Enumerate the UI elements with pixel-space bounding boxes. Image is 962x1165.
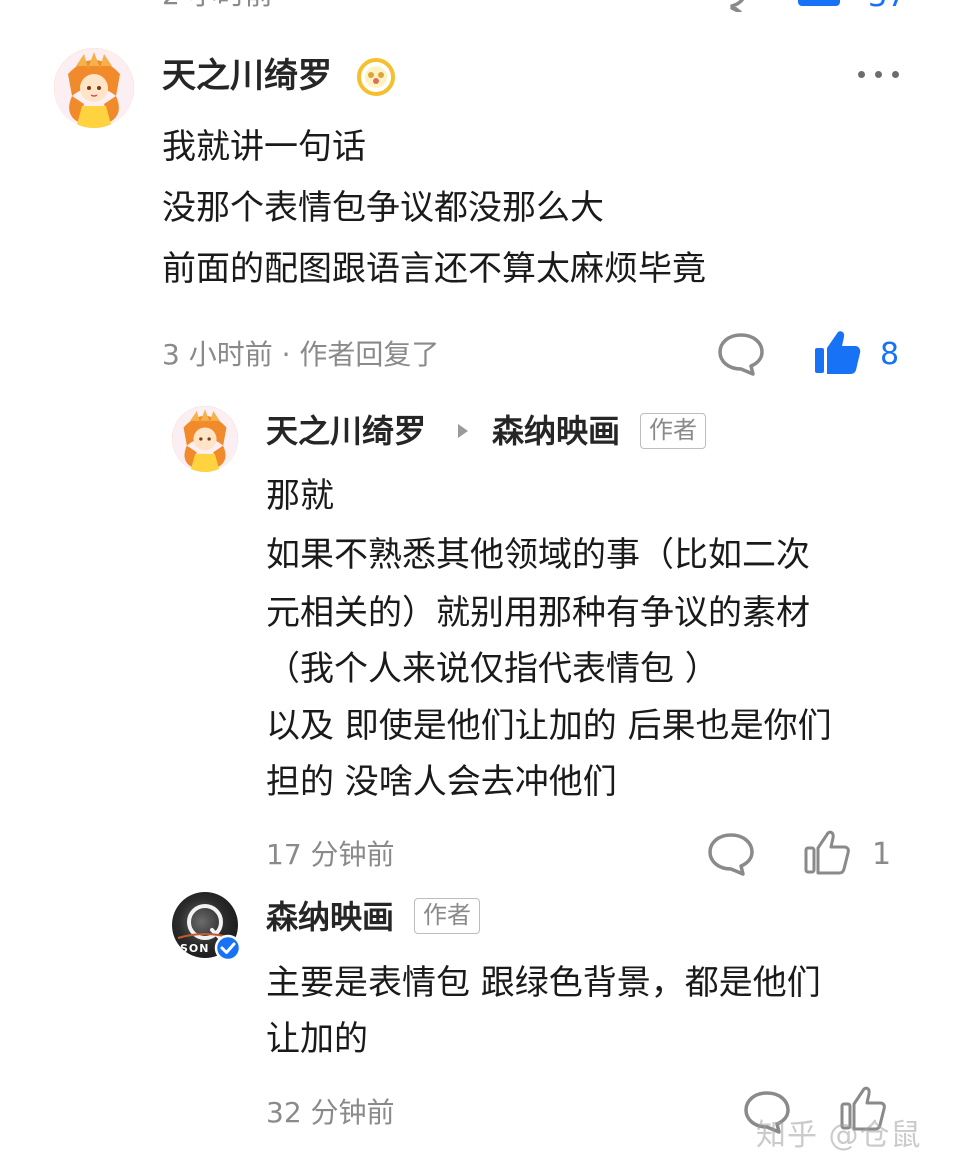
previous-comment-time: 2 小时前	[162, 0, 273, 12]
like-count: 1	[872, 837, 892, 872]
reply-text-line: 那就	[266, 476, 334, 516]
reply-text-line: 以及 即使是他们让加的 后果也是你们	[266, 706, 832, 746]
reply-text-line: 担的 没啥人会去冲他们	[266, 762, 617, 802]
reply-text-line: 让加的	[266, 1019, 368, 1059]
comment-text-line: 前面的配图跟语言还不算太麻烦毕竟	[162, 249, 706, 289]
verified-badge-icon	[214, 934, 242, 962]
more-options-icon[interactable]	[858, 71, 899, 78]
reply-to-name[interactable]: 森纳映画	[492, 412, 620, 450]
reply-text-line: （我个人来说仅指代表情包 ）	[266, 649, 719, 689]
comment-author-name[interactable]: 天之川绮罗	[162, 56, 332, 96]
like-count: 8	[880, 337, 900, 372]
previous-like-count: 37	[868, 0, 906, 14]
reply-text-line: 元相关的）就别用那种有争议的素材	[266, 593, 810, 633]
author-tag: 作者	[640, 413, 706, 449]
avatar[interactable]	[54, 48, 134, 128]
reply-to-arrow-icon	[458, 424, 468, 438]
reply-author-name[interactable]: 森纳映画	[266, 898, 394, 936]
comment-meta: 3 小时前 · 作者回复了	[162, 338, 440, 371]
like-icon[interactable]	[802, 828, 852, 876]
watermark: 知乎 @仓鼠	[756, 1118, 922, 1153]
reply-icon[interactable]	[706, 832, 756, 876]
reply-time: 32 分钟前	[266, 1096, 395, 1129]
avatar-text: SON	[180, 942, 210, 955]
member-badge-icon	[356, 57, 396, 97]
reply-time: 17 分钟前	[266, 838, 395, 871]
reply-author-name[interactable]: 天之川绮罗	[266, 412, 426, 450]
author-tag: 作者	[414, 898, 480, 934]
like-icon-active[interactable]	[812, 328, 862, 376]
reply-icon[interactable]	[716, 332, 766, 376]
comment-text-line: 没那个表情包争议都没那么大	[162, 188, 604, 228]
reply-icon[interactable]	[702, 0, 750, 12]
reply-text-line: 如果不熟悉其他领域的事（比如二次	[266, 535, 810, 575]
like-icon-active[interactable]	[798, 0, 840, 6]
avatar[interactable]	[172, 406, 238, 472]
reply-text-line: 主要是表情包 跟绿色背景，都是他们	[266, 963, 821, 1003]
comment-text-line: 我就讲一句话	[162, 127, 366, 167]
